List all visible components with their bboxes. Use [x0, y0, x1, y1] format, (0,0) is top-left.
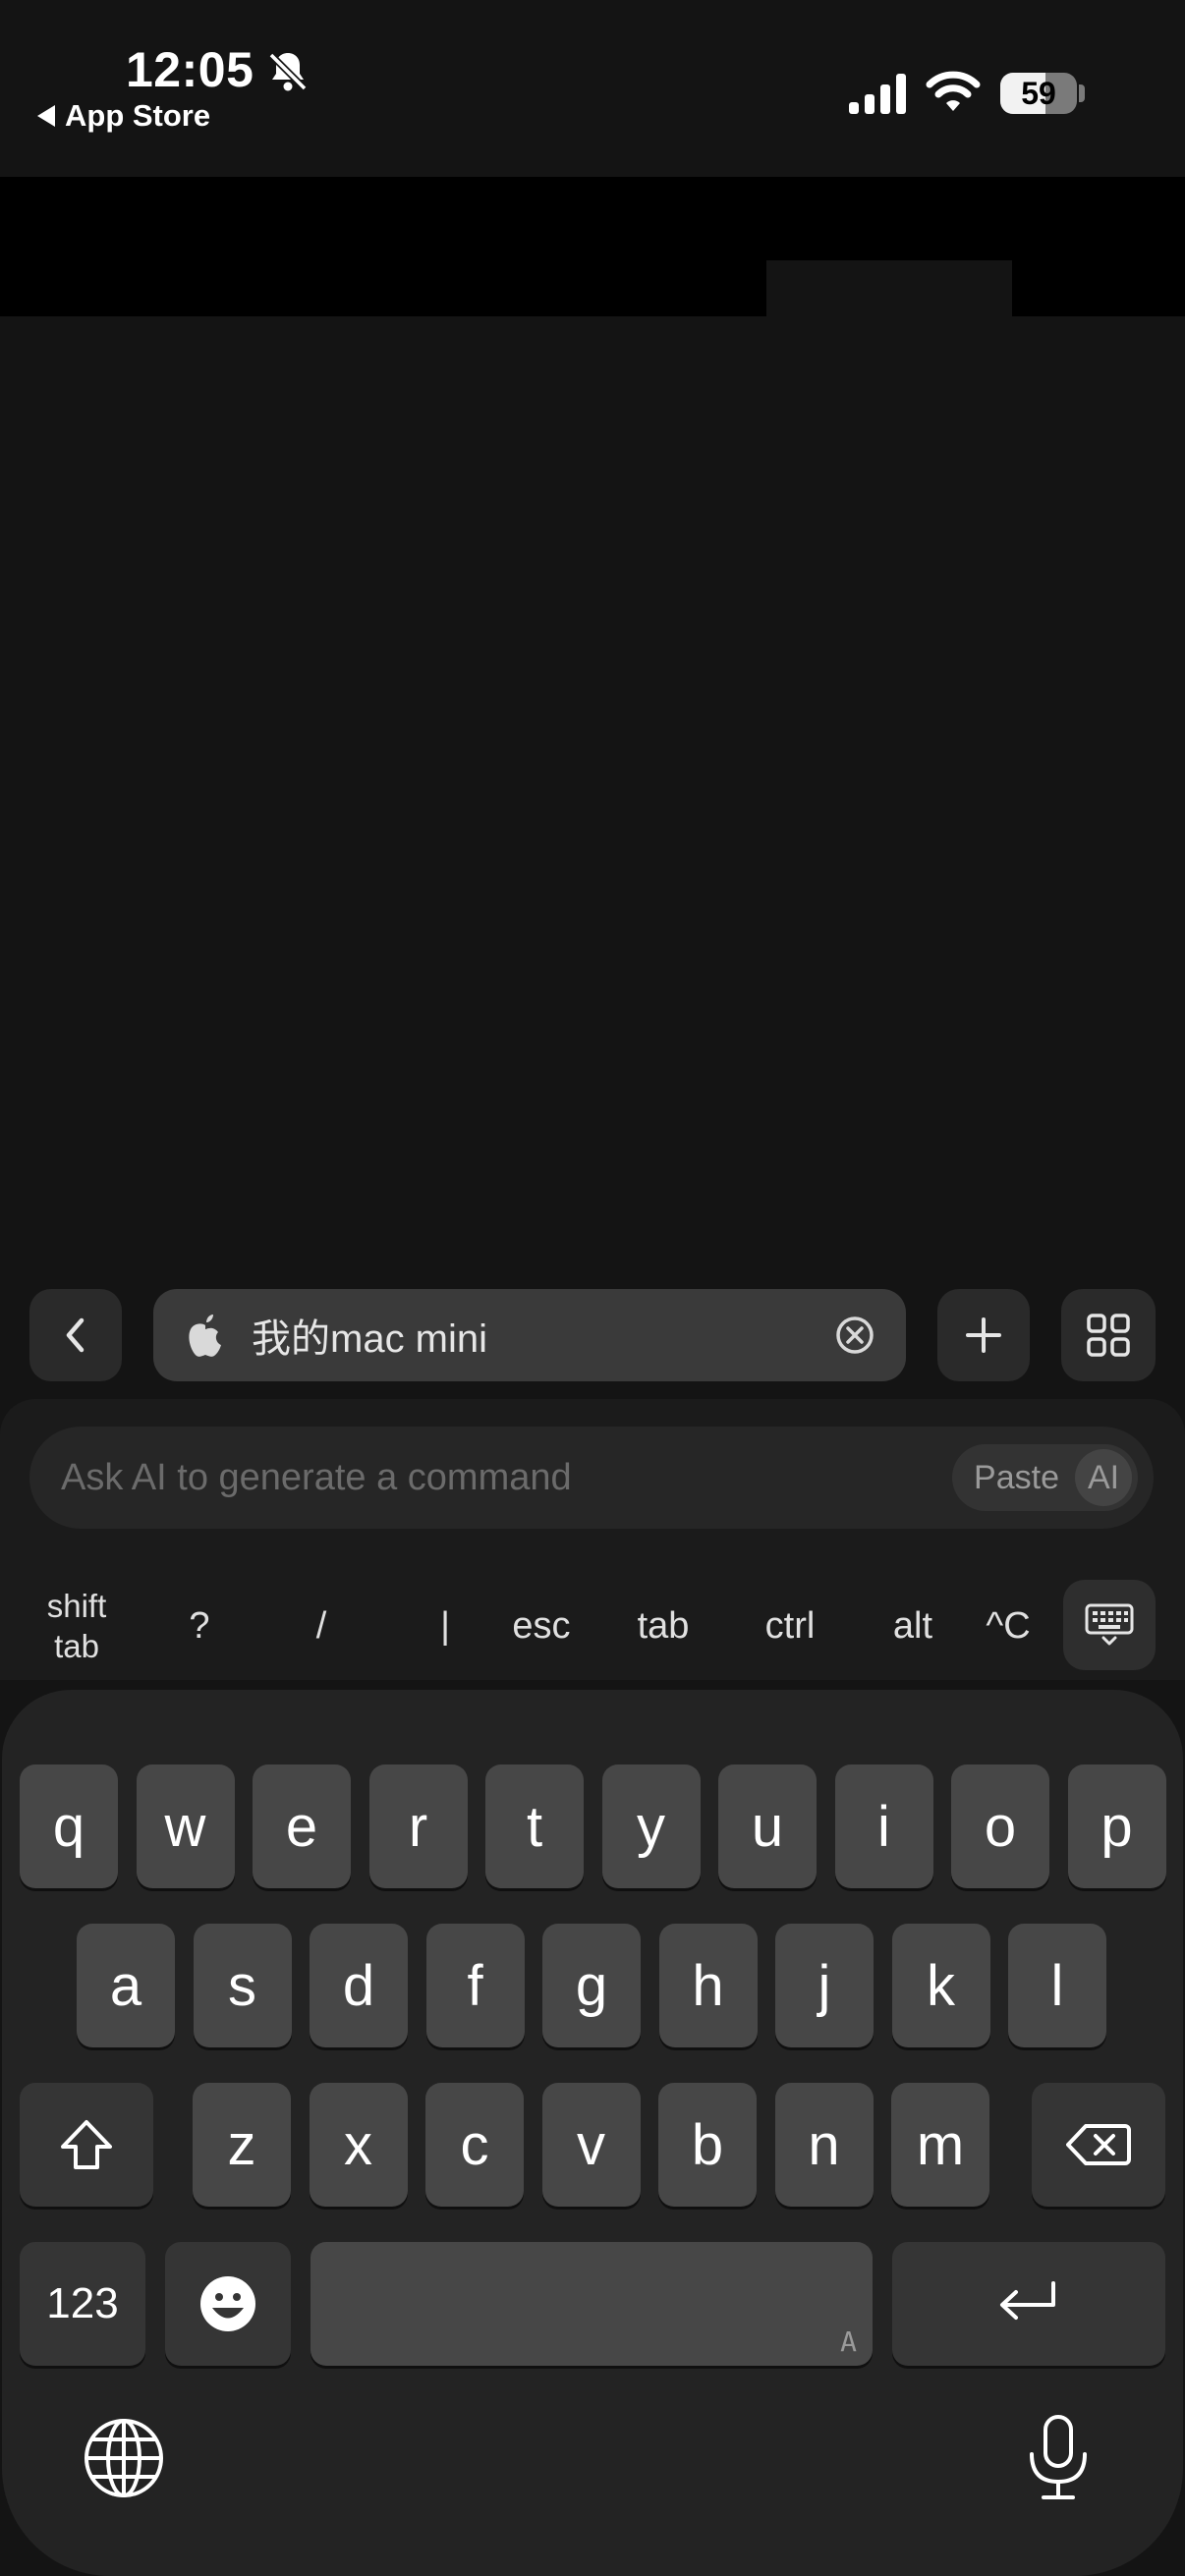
keyboard-icon	[1085, 1603, 1134, 1646]
key-b[interactable]: b	[658, 2083, 757, 2207]
key-n[interactable]: n	[774, 2083, 874, 2207]
add-button[interactable]	[937, 1289, 1030, 1381]
grid-button[interactable]	[1061, 1289, 1156, 1381]
numbers-key[interactable]: 123	[20, 2242, 145, 2366]
key-z[interactable]: z	[193, 2083, 291, 2207]
emoji-key[interactable]	[165, 2242, 291, 2366]
bell-slash-icon	[268, 52, 308, 91]
chevron-left-icon	[66, 1317, 85, 1353]
emoji-icon	[200, 2276, 255, 2331]
key-u[interactable]: u	[718, 1764, 817, 1888]
keyboard-toggle-button[interactable]	[1063, 1580, 1156, 1670]
ai-button[interactable]: AI	[1075, 1449, 1132, 1506]
battery-tip	[1079, 84, 1085, 102]
key-h[interactable]: h	[658, 1924, 758, 2047]
key-d[interactable]: d	[310, 1924, 408, 2047]
backspace-icon	[1066, 2124, 1131, 2165]
return-key[interactable]	[892, 2242, 1165, 2366]
slash-key[interactable]: /	[279, 1572, 364, 1680]
key-m[interactable]: m	[891, 2083, 989, 2207]
key-c[interactable]: c	[425, 2083, 524, 2207]
status-time: 12:05	[126, 42, 254, 97]
key-l[interactable]: l	[1008, 1924, 1106, 2047]
battery-icon: 59	[1000, 73, 1077, 114]
question-key[interactable]: ?	[157, 1572, 242, 1680]
alt-key[interactable]: alt	[869, 1572, 957, 1680]
key-i[interactable]: i	[834, 1764, 933, 1888]
key-k[interactable]: k	[891, 1924, 990, 2047]
return-icon	[1000, 2281, 1055, 2320]
globe-icon[interactable]	[83, 2417, 165, 2499]
key-o[interactable]: o	[951, 1764, 1049, 1888]
signal-icon	[849, 74, 906, 114]
key-w[interactable]: w	[136, 1764, 235, 1888]
host-name: 我的mac mini	[252, 1317, 488, 1361]
space-hint: A	[840, 2325, 857, 2358]
plus-icon	[966, 1317, 1001, 1353]
ctrl-key[interactable]: ctrl	[743, 1572, 837, 1680]
shift-icon	[61, 2120, 112, 2169]
key-p[interactable]: p	[1067, 1764, 1166, 1888]
shift-tab-line2: tab	[54, 1628, 99, 1664]
battery-level: 59	[1021, 75, 1056, 111]
apple-icon	[189, 1315, 221, 1357]
wifi-icon	[926, 71, 981, 111]
back-button[interactable]	[29, 1289, 122, 1381]
ai-input-placeholder: Ask AI to generate a command	[61, 1457, 572, 1498]
grid-icon	[1087, 1314, 1130, 1357]
terminal-block	[766, 260, 1012, 316]
key-v[interactable]: v	[541, 2083, 641, 2207]
ctrl-c-key[interactable]: ^C	[969, 1572, 1047, 1680]
shift-tab-key[interactable]: shift tab	[18, 1572, 136, 1680]
microphone-icon[interactable]	[1024, 2413, 1093, 2503]
clear-icon[interactable]	[833, 1314, 876, 1357]
key-f[interactable]: f	[425, 1924, 525, 2047]
key-s[interactable]: s	[193, 1924, 292, 2047]
key-r[interactable]: r	[368, 1764, 468, 1888]
shift-key[interactable]	[20, 2083, 153, 2207]
key-t[interactable]: t	[485, 1764, 584, 1888]
key-j[interactable]: j	[775, 1924, 874, 2047]
tab-key[interactable]: tab	[619, 1572, 707, 1680]
back-to-app-store[interactable]: App Store	[37, 98, 210, 134]
terminal-block	[766, 177, 1012, 260]
esc-key[interactable]: esc	[497, 1572, 586, 1680]
key-q[interactable]: q	[20, 1764, 118, 1888]
shift-tab-line1: shift	[46, 1588, 107, 1624]
back-arrow-icon	[37, 105, 55, 127]
back-app-label: App Store	[65, 98, 211, 133]
key-e[interactable]: e	[253, 1764, 351, 1888]
terminal-block	[1012, 177, 1185, 283]
paste-ai-group: Paste AI	[952, 1444, 1138, 1511]
host-selector[interactable]: 我的mac mini	[153, 1289, 906, 1381]
ai-command-input[interactable]: Ask AI to generate a command Paste AI	[29, 1427, 1154, 1529]
key-y[interactable]: y	[601, 1764, 701, 1888]
pipe-key[interactable]: |	[403, 1572, 487, 1680]
space-key[interactable]: A	[310, 2242, 873, 2366]
paste-button[interactable]: Paste	[952, 1459, 1075, 1497]
backspace-key[interactable]	[1032, 2083, 1165, 2207]
key-x[interactable]: x	[309, 2083, 408, 2207]
key-g[interactable]: g	[542, 1924, 641, 2047]
key-a[interactable]: a	[77, 1924, 175, 2047]
